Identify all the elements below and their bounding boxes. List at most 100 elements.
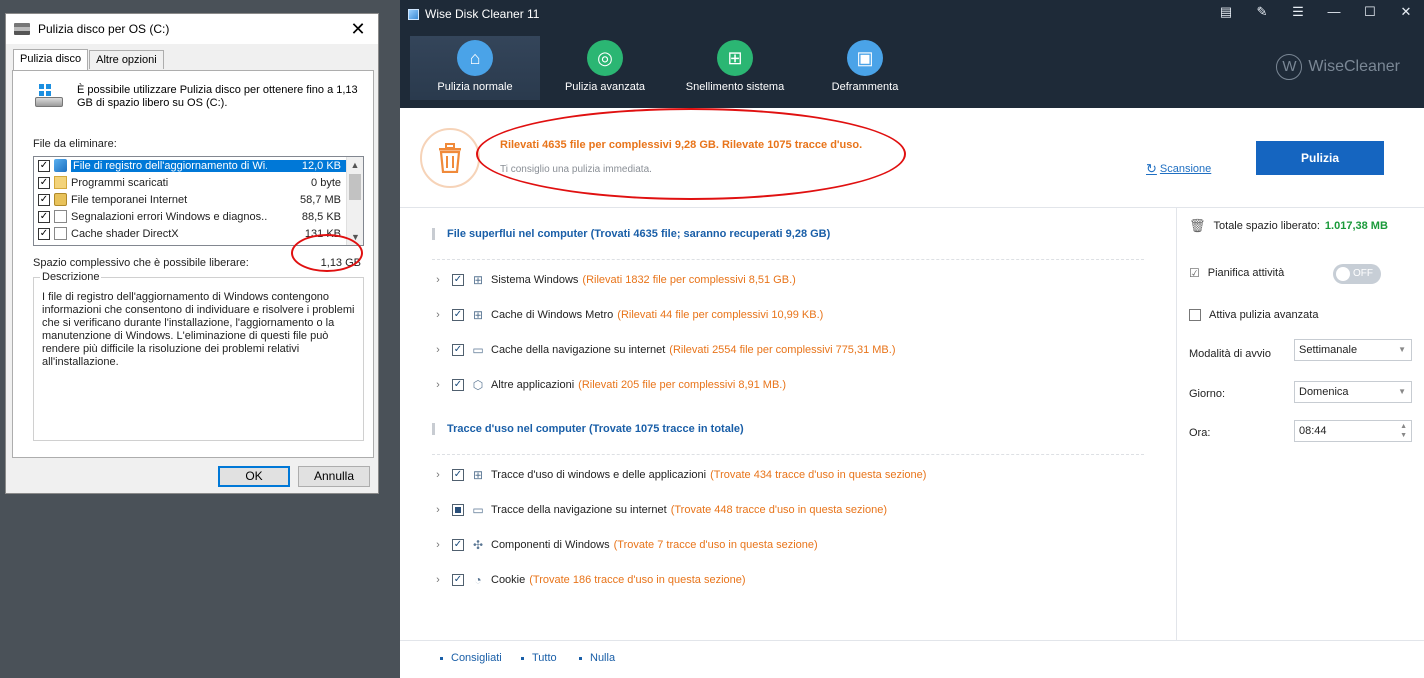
advanced-clean-icon: ◎	[587, 40, 623, 76]
item-name: Cache di Windows Metro	[491, 309, 614, 321]
nav-label: Pulizia avanzata	[564, 81, 646, 93]
result-item[interactable]: › ✓ ⊞ Cache di Windows Metro (Rilevati 44 fi…	[432, 306, 823, 324]
scroll-up-icon[interactable]: ▲	[347, 157, 363, 173]
advanced-clean-checkbox[interactable]	[1189, 309, 1201, 321]
result-item[interactable]: › ✓ ⬡ Altre applicazioni (Rilevati 205 file …	[432, 376, 786, 394]
chevron-right-icon[interactable]: ›	[432, 539, 444, 551]
maximize-icon[interactable]: ☐	[1352, 0, 1388, 24]
nav-item[interactable]: ⊞ Snellimento sistema	[670, 36, 800, 100]
chevron-right-icon[interactable]: ›	[432, 309, 444, 321]
intro-text: È possibile utilizzare Pulizia disco per…	[77, 84, 358, 109]
item-detail: (Rilevati 2554 file per complessivi 775,…	[669, 344, 896, 356]
item-detail: (Trovate 434 tracce d'uso in questa sezi…	[710, 469, 927, 481]
cancel-button[interactable]: Annulla	[298, 466, 370, 487]
advanced-clean-label: Attiva pulizia avanzata	[1209, 309, 1319, 321]
select-all-link[interactable]: Tutto	[521, 652, 557, 664]
result-item[interactable]: › ▭ Tracce della navigazione su internet (T…	[432, 501, 887, 519]
file-name: Segnalazioni errori Windows e diagnos...	[71, 210, 267, 223]
chevron-right-icon[interactable]: ›	[432, 574, 444, 586]
window-controls: ▤ ✎ ☰ — ☐ ✕	[1208, 0, 1424, 24]
cookie-icon: ◔	[474, 573, 482, 587]
close-icon[interactable]: ✕	[1388, 0, 1424, 24]
windows-icon: ⊞	[472, 468, 484, 482]
mode-select[interactable]: Settimanale ▼	[1294, 339, 1412, 361]
files-label: File da eliminare:	[33, 138, 117, 150]
day-select[interactable]: Domenica ▼	[1294, 381, 1412, 403]
nav-item[interactable]: ⌂ Pulizia normale	[410, 36, 540, 100]
result-item[interactable]: › ✓ ✣ Componenti di Windows (Trovate 7 tracc…	[432, 536, 818, 554]
scroll-thumb[interactable]	[349, 174, 361, 200]
file-checkbox[interactable]: ✓	[38, 210, 50, 223]
chevron-right-icon[interactable]: ›	[432, 274, 444, 286]
file-list-item[interactable]: ✓ Cache shader DirectX 131 KB	[34, 225, 347, 242]
item-checkbox[interactable]: ✓	[452, 539, 464, 551]
nav-item[interactable]: ◎ Pulizia avanzata	[540, 36, 670, 100]
section-traces-title: Tracce d'uso nel computer (Trovate 1075 …	[447, 423, 744, 435]
file-name: File di registro dell'aggiornamento di W…	[71, 159, 267, 172]
item-checkbox[interactable]: ✓	[452, 344, 464, 356]
menu-icon[interactable]: ☰	[1280, 0, 1316, 24]
scan-link[interactable]: ↻ Scansione	[1146, 161, 1211, 177]
tab-altre-opzioni[interactable]: Altre opzioni	[89, 50, 164, 69]
time-input[interactable]: 08:44 ▲ ▼	[1294, 420, 1412, 442]
minimize-icon[interactable]: —	[1316, 0, 1352, 24]
windows-slim-icon: ⊞	[717, 40, 753, 76]
scroll-down-icon[interactable]: ▼	[347, 229, 363, 245]
schedule-toggle[interactable]: OFF	[1333, 264, 1381, 284]
advanced-clean-row[interactable]: Attiva pulizia avanzata	[1189, 309, 1318, 321]
chevron-right-icon[interactable]: ›	[432, 504, 444, 516]
result-item[interactable]: › ✓ ◔ Cookie (Trovate 186 tracce d'uso in qu…	[432, 571, 745, 589]
mode-value: Settimanale	[1299, 344, 1358, 356]
ok-button[interactable]: OK	[218, 466, 290, 487]
file-size: 88,5 KB	[301, 210, 341, 223]
file-list-item[interactable]: ✓ File temporanei Internet 58,7 MB	[34, 191, 347, 208]
drive-icon	[35, 84, 63, 108]
file-list[interactable]: ✓ File di registro dell'aggiornamento di …	[33, 156, 364, 246]
file-list-item[interactable]: ✓ File di registro dell'aggiornamento di …	[34, 157, 347, 174]
item-name: Tracce d'uso di windows e delle applicaz…	[491, 469, 707, 481]
divider	[432, 259, 1144, 260]
item-checkbox[interactable]: ✓	[452, 274, 464, 286]
item-checkbox[interactable]: ✓	[452, 379, 464, 391]
item-name: Sistema Windows	[491, 274, 579, 286]
file-checkbox[interactable]: ✓	[38, 193, 50, 206]
close-icon[interactable]: ✕	[338, 19, 378, 40]
time-value: 08:44	[1299, 425, 1327, 437]
nav-item[interactable]: ▣ Deframmenta	[800, 36, 930, 100]
result-item[interactable]: › ✓ ⊞ Tracce d'uso di windows e delle appli…	[432, 466, 926, 484]
item-checkbox[interactable]: ✓	[452, 469, 464, 481]
item-checkbox[interactable]: ✓	[452, 574, 464, 586]
select-none-link[interactable]: Nulla	[579, 652, 615, 664]
description-text: I file di registro dell'aggiornamento di…	[42, 291, 355, 368]
item-detail: (Rilevati 44 file per complessivi 10,99 …	[617, 309, 824, 321]
tab-pulizia-disco[interactable]: Pulizia disco	[13, 49, 89, 70]
result-item[interactable]: › ✓ ▭ Cache della navigazione su internet (R…	[432, 341, 896, 359]
browser-icon: ▭	[472, 343, 484, 357]
file-checkbox[interactable]: ✓	[38, 159, 50, 172]
dialog-title: Pulizia disco per OS (C:)	[38, 22, 170, 36]
edit-icon[interactable]: ✎	[1244, 0, 1280, 24]
file-checkbox[interactable]: ✓	[38, 227, 50, 240]
dialog-titlebar: Pulizia disco per OS (C:) ✕	[6, 14, 378, 44]
trash-small-icon: 🗑	[1189, 218, 1206, 233]
total-space-value: 1,13 GB	[320, 257, 361, 269]
wise-disk-cleaner-window: Wise Disk Cleaner 11 ▤ ✎ ☰ — ☐ ✕ ⌂ Pulizi…	[400, 0, 1424, 678]
item-checkbox[interactable]	[452, 504, 464, 516]
feedback-icon[interactable]: ▤	[1208, 0, 1244, 24]
section-junk-files-title: File superflui nel computer (Trovati 463…	[447, 228, 831, 240]
result-item[interactable]: › ✓ ⊞ Sistema Windows (Rilevati 1832 file pe…	[432, 271, 796, 289]
spinner-icon[interactable]: ▲ ▼	[1400, 422, 1407, 440]
nav-label: Snellimento sistema	[685, 81, 785, 93]
disk-cleanup-dialog: Pulizia disco per OS (C:) ✕ Pulizia disc…	[5, 13, 379, 494]
chevron-right-icon[interactable]: ›	[432, 344, 444, 356]
file-list-item[interactable]: ✓ Programmi scaricati 0 byte	[34, 174, 347, 191]
file-list-scrollbar[interactable]: ▲ ▼	[346, 157, 363, 245]
select-recommended-link[interactable]: Consigliati	[440, 652, 502, 664]
file-checkbox[interactable]: ✓	[38, 176, 50, 189]
chevron-right-icon[interactable]: ›	[432, 469, 444, 481]
chevron-right-icon[interactable]: ›	[432, 379, 444, 391]
clean-button[interactable]: Pulizia	[1256, 141, 1384, 175]
item-checkbox[interactable]: ✓	[452, 309, 464, 321]
item-detail: (Trovate 448 tracce d'uso in questa sezi…	[670, 504, 888, 516]
file-list-item[interactable]: ✓ Segnalazioni errori Windows e diagnos..…	[34, 208, 347, 225]
